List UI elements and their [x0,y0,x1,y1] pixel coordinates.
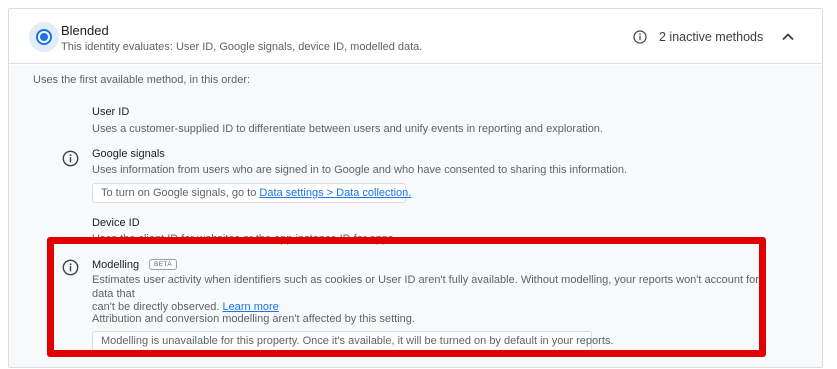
info-icon[interactable] [633,30,647,44]
beta-badge: BETA [149,259,178,270]
google-signals-title: Google signals [92,148,165,160]
learn-more-link[interactable]: Learn more [223,301,279,313]
inactive-methods-count: 2 inactive methods [659,30,764,44]
modelling-description-line-2-text: can't be directly observed. [92,301,220,313]
chevron-up-icon[interactable] [780,29,796,45]
info-icon[interactable] [62,150,79,167]
data-settings-link[interactable]: Data settings > Data collection. [259,187,411,199]
google-signals-note-text: To turn on Google signals, go to [101,187,260,199]
user-id-description: Uses a customer-supplied ID to different… [92,123,603,135]
info-icon[interactable] [62,259,79,276]
google-signals-description: Uses information from users who are sign… [92,164,628,176]
device-id-title: Device ID [92,217,140,229]
reporting-identity-card: Blended This identity evaluates: User ID… [8,8,823,368]
modelling-title: Modelling [92,259,140,271]
option-subtitle: This identity evaluates: User ID, Google… [61,41,423,53]
attribution-note: Attribution and conversion modelling are… [92,313,415,325]
modelling-description-line-1: Estimates user activity when identifiers… [92,274,759,300]
methods-panel: Uses the first available method, in this… [9,65,822,367]
blended-option-header[interactable]: Blended This identity evaluates: User ID… [9,9,822,64]
device-id-description: Uses the client ID for websites or the a… [92,233,397,245]
modelling-unavailable-note: Modelling is unavailable for this proper… [92,331,613,351]
radio-selected-icon [40,33,48,41]
google-signals-note: To turn on Google signals, go to Data se… [92,183,411,203]
methods-intro: Uses the first available method, in this… [33,74,251,86]
option-title: Blended [61,23,109,38]
user-id-title: User ID [92,106,130,118]
modelling-description: Estimates user activity when identifiers… [92,274,782,315]
